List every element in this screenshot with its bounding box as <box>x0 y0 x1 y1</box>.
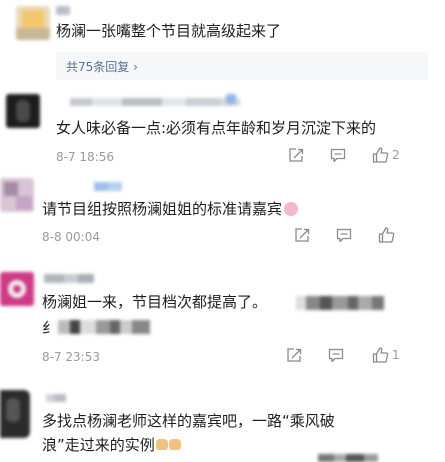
like-button[interactable]: 1 <box>372 347 400 363</box>
comment-icon <box>328 348 344 363</box>
redacted-block <box>296 296 384 310</box>
like-button[interactable]: 2 <box>372 147 400 163</box>
timestamp: 8-8 00:04 <box>42 230 100 244</box>
share-button[interactable] <box>294 228 310 243</box>
like-icon <box>372 147 389 163</box>
comment-text-line2-body: 浪”走过来的实例 <box>42 436 155 454</box>
fist-emoji-icon <box>155 439 168 450</box>
comment-text: 请节目组按照杨澜姐姐的标准请嘉宾 <box>42 198 299 220</box>
fist-emoji-icon <box>168 439 181 450</box>
comment-button[interactable] <box>330 148 346 163</box>
comment-text-body: 请节目组按照杨澜姐姐的标准请嘉宾 <box>42 200 283 218</box>
share-icon <box>287 348 302 362</box>
avatar[interactable] <box>0 272 34 306</box>
share-icon <box>289 148 304 162</box>
pig-emoji-icon <box>284 201 299 216</box>
share-icon <box>295 228 310 242</box>
like-button[interactable] <box>378 227 398 243</box>
like-icon <box>372 347 389 363</box>
replies-label: 共75条回复 › <box>66 60 138 74</box>
comment-text-line2: 浪”走过来的实例 <box>42 434 181 456</box>
username[interactable] <box>44 274 94 283</box>
comment-text: 杨澜姐一来，节目档次都提高了。 <box>42 293 268 311</box>
avatar[interactable] <box>0 178 34 212</box>
comment-text: 杨澜一张嘴整个节目就高级起来了 <box>56 22 282 40</box>
comment-icon <box>336 228 352 243</box>
like-count: 2 <box>392 148 400 162</box>
like-icon <box>378 227 395 243</box>
username[interactable] <box>70 98 240 106</box>
username[interactable] <box>46 394 66 402</box>
avatar[interactable] <box>16 6 50 40</box>
like-count: 1 <box>392 348 400 362</box>
comment-button[interactable] <box>336 228 352 243</box>
username[interactable] <box>94 182 122 191</box>
comment-text: 多找点杨澜老师这样的嘉宾吧，一路“乘风破 <box>42 412 335 430</box>
user-badge <box>226 94 236 104</box>
redacted-block <box>318 454 378 462</box>
comment-icon <box>330 148 346 163</box>
share-button[interactable] <box>288 148 304 163</box>
share-button[interactable] <box>286 348 302 363</box>
comment-text-line2: 纟 <box>42 319 58 337</box>
timestamp: 8-7 18:56 <box>56 150 114 164</box>
timestamp: 8-7 23:53 <box>42 350 100 364</box>
avatar[interactable] <box>0 390 30 438</box>
avatar[interactable] <box>6 94 40 128</box>
comment-text: 女人味必备一点:必须有点年龄和岁月沉淀下来的 <box>56 119 377 137</box>
redacted-block <box>58 320 150 334</box>
view-replies-link[interactable]: 共75条回复 › <box>56 52 428 80</box>
comment-button[interactable] <box>328 348 344 363</box>
username[interactable] <box>56 6 70 15</box>
